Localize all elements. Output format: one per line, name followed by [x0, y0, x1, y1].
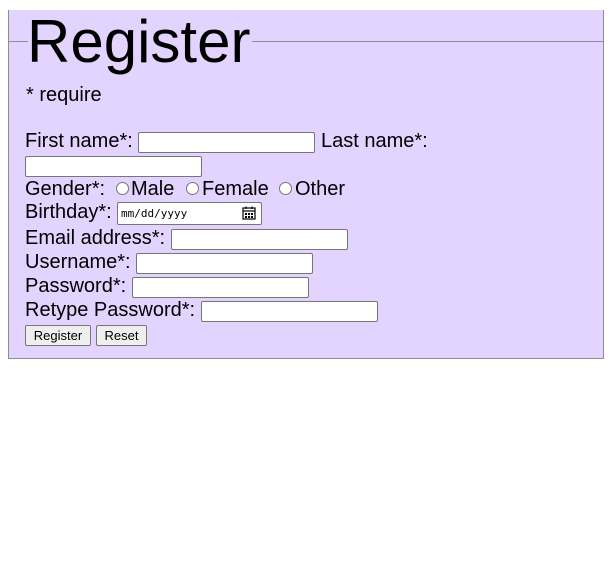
first-name-input[interactable]	[138, 132, 315, 153]
password-input[interactable]	[132, 277, 309, 298]
email-label: Email address*:	[25, 227, 166, 249]
username-input[interactable]	[136, 253, 313, 274]
calendar-icon[interactable]	[242, 206, 256, 220]
fieldset-border-right	[252, 41, 603, 42]
email-input[interactable]	[171, 229, 348, 250]
gender-label: Gender*:	[25, 178, 106, 200]
gender-female-radio[interactable]	[186, 182, 199, 195]
gender-other-label: Other	[295, 178, 346, 200]
birthday-date-input[interactable]: mm/dd/yyyy	[117, 202, 262, 225]
require-note: * require	[26, 84, 102, 106]
reset-button[interactable]: Reset	[96, 325, 147, 346]
retype-password-input[interactable]	[201, 301, 378, 322]
gender-male-label: Male	[131, 178, 175, 200]
form-legend: Register	[27, 8, 251, 75]
gender-other-radio[interactable]	[279, 182, 292, 195]
last-name-input[interactable]	[25, 156, 202, 177]
register-button[interactable]: Register	[25, 325, 91, 346]
username-label: Username*:	[25, 251, 131, 273]
birthday-label: Birthday*:	[25, 201, 112, 223]
password-label: Password*:	[25, 275, 127, 297]
fieldset-border-left	[9, 41, 28, 42]
first-name-label: First name*:	[25, 130, 133, 152]
last-name-label: Last name*:	[321, 130, 428, 152]
retype-password-label: Retype Password*:	[25, 299, 196, 321]
gender-female-label: Female	[202, 178, 269, 200]
gender-male-radio[interactable]	[116, 182, 129, 195]
birthday-placeholder: mm/dd/yyyy	[121, 207, 188, 220]
